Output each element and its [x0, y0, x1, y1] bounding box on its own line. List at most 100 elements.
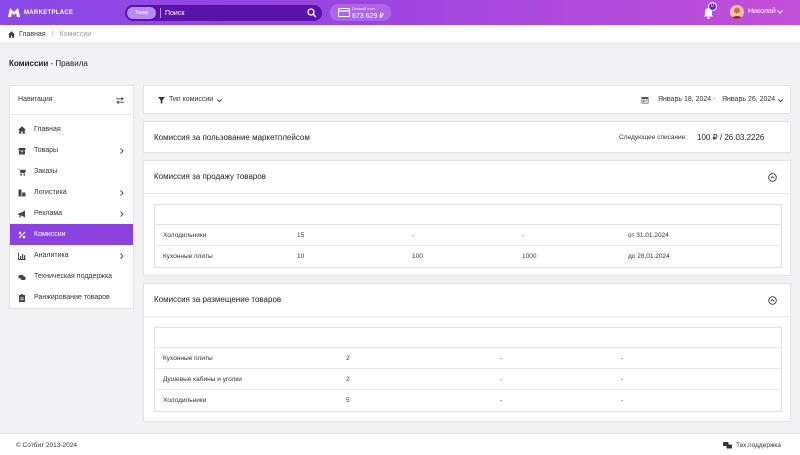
table-cell: Кухонные плиты [163, 355, 213, 362]
breadcrumb-separator: / [51, 30, 54, 38]
next-charge-value: 100 ₽ / 26.03.2226 [697, 133, 765, 142]
date-from[interactable]: Январь 18, 2024 [658, 96, 711, 103]
filter-icon[interactable] [158, 97, 165, 104]
chevron-right-icon [120, 253, 124, 259]
search-divider [160, 8, 161, 18]
table-row: Холодильники 15 - - от 31.01.2024 [155, 225, 781, 246]
chart-icon [18, 252, 26, 260]
user-name[interactable]: Николай [748, 8, 776, 15]
table-row: Холодильники 5 - - [155, 390, 781, 411]
collapse-icon[interactable] [768, 296, 777, 305]
table-cell: - [500, 376, 503, 383]
support-link[interactable]: Тех.поддержка [736, 442, 781, 449]
table-cell: - [500, 355, 503, 362]
date-to[interactable]: Январь 26, 2024 [722, 96, 775, 103]
table-header [155, 328, 781, 348]
table-header [155, 205, 781, 225]
search-scope-button[interactable]: Товар [127, 7, 156, 19]
notification-badge: 0 [708, 2, 717, 11]
date-separator: - [713, 96, 716, 103]
sidebar-item-label: Главная [34, 126, 61, 133]
table-cell: - [621, 376, 624, 383]
search-bar: Товар [125, 5, 322, 21]
page-title-main: Комиссии [9, 59, 49, 68]
sidebar-item-label: Заказы [34, 168, 58, 175]
table-cell: Холодильники [163, 232, 207, 239]
sidebar-item-products[interactable]: Товары [10, 140, 133, 161]
table-cell: - [621, 397, 624, 404]
sidebar-item-advertising[interactable]: Реклама [10, 203, 133, 224]
table-cell: Душевые кабины и уголки [163, 376, 242, 383]
table-cell: от 31.01.2024 [628, 232, 669, 239]
sidebar-item-commissions[interactable]: Комиссии [10, 224, 133, 245]
table-cell: Кухонные плиты [163, 253, 213, 260]
percent-icon [18, 231, 26, 238]
calendar-icon[interactable] [641, 96, 649, 104]
avatar[interactable] [730, 5, 744, 19]
cart-icon [18, 168, 26, 176]
logo[interactable]: MARKETPLACE [8, 7, 73, 18]
marketplace-commission-title: Комиссия за пользование маркетплейсом [154, 133, 310, 142]
chevron-right-icon [120, 148, 124, 154]
top-bar: MARKETPLACE Товар Личный счет 673 629 ₽ … [0, 0, 800, 25]
megaphone-icon [18, 210, 25, 217]
home-icon [8, 30, 15, 38]
next-charge-label: Следующее списание: [619, 134, 688, 141]
support-chat-icon[interactable] [723, 442, 732, 449]
swap-arrows-icon[interactable] [116, 97, 124, 104]
placement-commission-header[interactable]: Комиссия за размещение товаров [144, 284, 790, 317]
chevron-right-icon [120, 211, 124, 217]
avatar-icon [731, 7, 743, 19]
sales-commission-section: Комиссия за продажу товаров Холодильники… [143, 160, 791, 276]
sidebar-item-ranking[interactable]: Ранжирование товаров [10, 287, 133, 308]
logo-icon [8, 8, 20, 17]
sidebar-item-orders[interactable]: Заказы [10, 161, 133, 182]
marketplace-commission-card: Комиссия за пользование маркетплейсом Сл… [143, 121, 791, 153]
table-cell: 10 [297, 253, 305, 260]
support-icon [18, 274, 26, 280]
commission-type-dropdown[interactable]: Тип комиссии [169, 96, 213, 103]
filter-bar: Тип комиссии Январь 18, 2024 - Январь 26… [143, 85, 791, 114]
sidebar-title: Навигация [18, 96, 53, 103]
search-input[interactable] [165, 7, 305, 19]
sales-commission-table: Холодильники 15 - - от 31.01.2024 Кухонн… [154, 204, 782, 268]
chevron-down-icon[interactable] [777, 10, 783, 14]
placement-commission-title: Комиссия за размещение товаров [154, 295, 282, 304]
copyright-text: © Сотбит 2013-2024 [16, 442, 77, 449]
home-icon [18, 125, 26, 134]
table-cell: - [621, 355, 624, 362]
sidebar-item-home[interactable]: Главная [10, 119, 133, 140]
sales-commission-header[interactable]: Комиссия за продажу товаров [144, 161, 790, 194]
sidebar-item-logistics[interactable]: Логистика [10, 182, 133, 203]
sidebar-item-label: Ранжирование товаров [34, 294, 110, 301]
table-cell: - [522, 232, 525, 239]
table-cell: 2 [346, 376, 350, 383]
table-row: Душевые кабины и уголки 2 - - [155, 369, 781, 390]
sidebar-item-analytics[interactable]: Аналитика [10, 245, 133, 266]
page-title-suffix: - Правила [48, 59, 88, 68]
sidebar: Навигация Главная Товары Заказы Логистик… [9, 85, 134, 309]
chevron-down-icon[interactable] [217, 99, 222, 102]
page-title: Комиссии - Правила [9, 59, 88, 68]
warehouse-icon [18, 189, 26, 196]
chevron-down-icon[interactable] [778, 99, 783, 102]
sidebar-item-label: Комиссии [34, 231, 66, 238]
breadcrumb-home-link[interactable]: Главная [19, 31, 46, 38]
table-row: Кухонные плиты 10 100 1000 до 28.01.2024 [155, 246, 781, 267]
table-cell: 2 [346, 355, 350, 362]
credit-card-icon [338, 8, 350, 17]
sidebar-item-support[interactable]: Техническая поддержка [10, 266, 133, 287]
personal-account-widget[interactable]: Личный счет 673 629 ₽ [330, 4, 391, 21]
table-cell: - [412, 232, 415, 239]
table-cell: до 28.01.2024 [628, 253, 670, 260]
table-cell: 100 [412, 253, 423, 260]
breadcrumb: Главная / Комиссии [0, 25, 800, 44]
logo-text: MARKETPLACE [24, 9, 74, 16]
table-cell: 5 [346, 397, 350, 404]
sidebar-item-label: Логистика [34, 189, 67, 196]
table-cell: 1000 [522, 253, 537, 260]
search-icon[interactable] [307, 8, 317, 18]
account-label: Личный счет [352, 6, 376, 11]
collapse-icon[interactable] [768, 173, 777, 182]
sidebar-item-label: Аналитика [34, 252, 69, 259]
